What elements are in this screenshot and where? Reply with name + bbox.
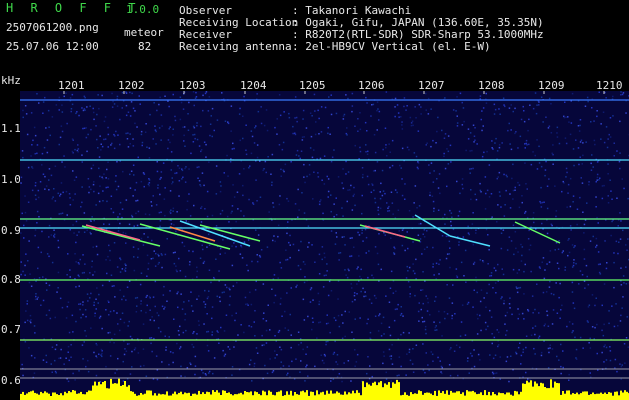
y-axis-unit: kHz [1, 74, 21, 87]
y-tick: 0.6 [1, 374, 21, 387]
y-tick: 0.9 [1, 224, 21, 237]
spectrogram-background [20, 91, 629, 400]
info-value-antenna: : 2el-HB9CV Vertical (el. E-W) [292, 40, 491, 53]
y-tick: 1.1 [1, 122, 21, 135]
datetime: 25.07.06 12:00 [6, 40, 99, 53]
app-title: H R O F F T [6, 1, 141, 15]
spectrogram-plot [20, 91, 629, 400]
app-version: 1.0.0 [126, 3, 160, 16]
meteor-count: 82 [138, 40, 152, 53]
file-name: 2507061200.png [6, 21, 99, 34]
y-tick: 1.0 [1, 173, 21, 186]
y-tick: 0.7 [1, 323, 21, 336]
meteor-label: meteor [124, 26, 164, 39]
y-tick: 0.8 [1, 273, 21, 286]
info-key-antenna: Receiving antenna [179, 40, 292, 53]
